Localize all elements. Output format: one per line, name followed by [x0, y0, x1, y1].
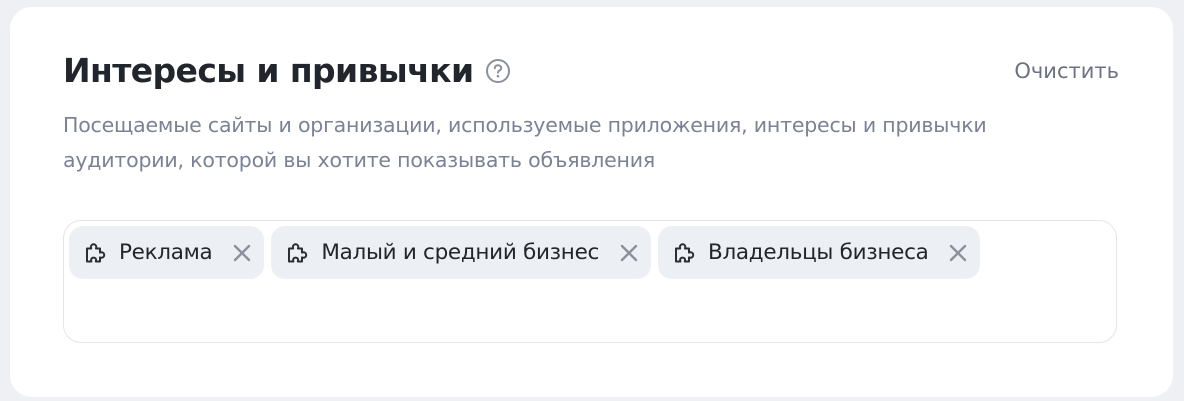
clear-button[interactable]: Очистить — [1014, 59, 1119, 83]
tag-chip[interactable]: Реклама — [69, 226, 265, 279]
close-icon[interactable] — [948, 243, 968, 263]
section-description: Посещаемые сайты и организации, использу… — [63, 113, 987, 172]
tag-label: Владельцы бизнеса — [708, 240, 929, 265]
close-icon[interactable] — [232, 243, 252, 263]
puzzle-icon — [83, 241, 107, 265]
puzzle-icon — [672, 241, 696, 265]
title-row: Интересы и привычки — [63, 51, 511, 90]
puzzle-icon — [285, 241, 309, 265]
tag-list: Реклама Малый и средний бизнес Владельцы… — [69, 226, 981, 279]
tag-chip[interactable]: Владельцы бизнеса — [658, 226, 981, 279]
tag-chip[interactable]: Малый и средний бизнес — [271, 226, 652, 279]
tag-label: Реклама — [119, 240, 213, 265]
tags-input[interactable]: Реклама Малый и средний бизнес Владельцы… — [63, 220, 1117, 343]
question-circle-icon[interactable] — [485, 58, 511, 84]
tag-label: Малый и средний бизнес — [321, 240, 600, 265]
interests-card: Интересы и привычки Очистить Посещаемые … — [10, 7, 1173, 397]
close-icon[interactable] — [619, 243, 639, 263]
section-title: Интересы и привычки — [63, 51, 474, 90]
